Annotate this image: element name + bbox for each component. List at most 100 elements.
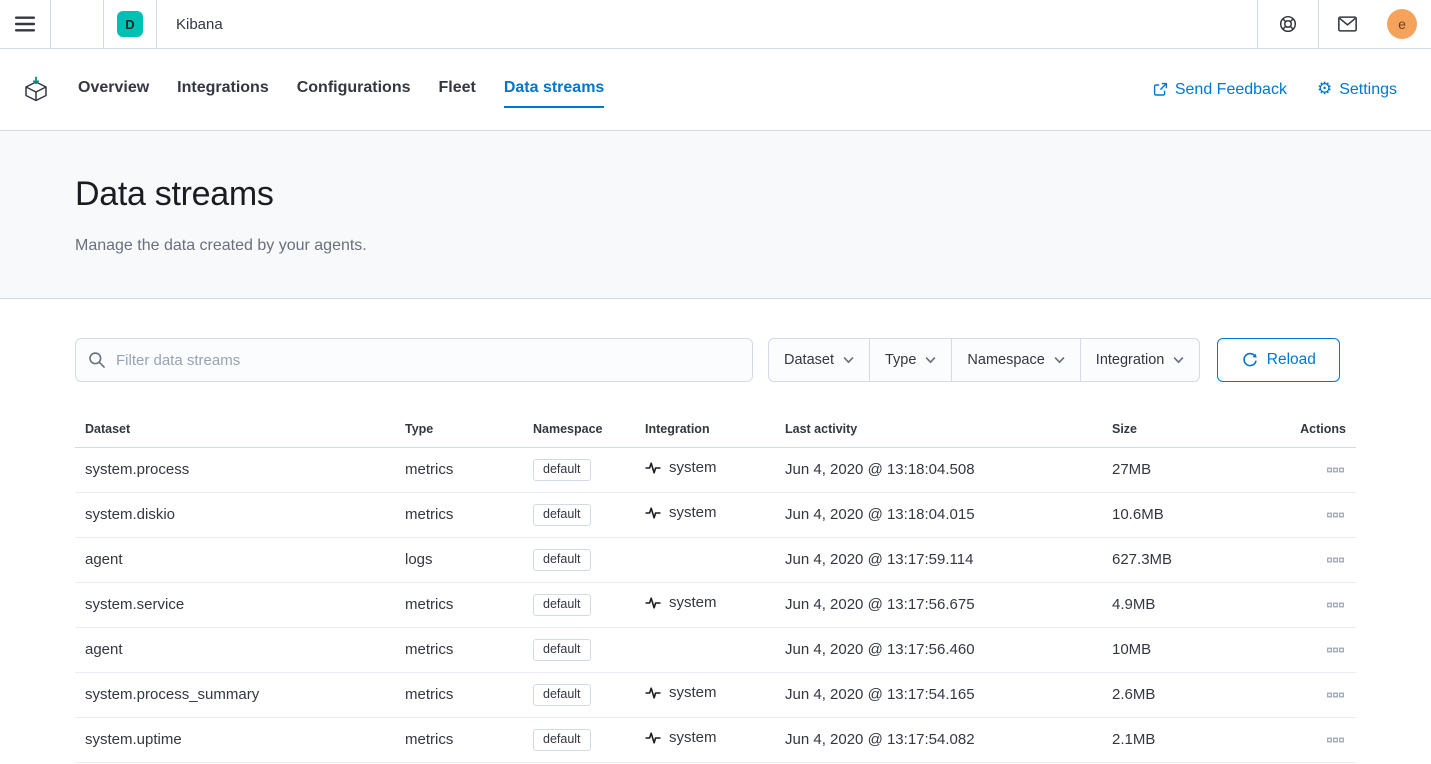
integration-cell: system <box>635 492 775 537</box>
page-subtitle: Manage the data created by your agents. <box>75 237 1356 255</box>
integration-label: system <box>669 504 717 521</box>
boxes-horizontal-icon <box>1327 467 1344 474</box>
row-actions-button[interactable] <box>1325 638 1346 661</box>
help-button[interactable] <box>1258 0 1318 48</box>
boxes-horizontal-icon <box>1327 647 1344 654</box>
filter-dataset[interactable]: Dataset <box>769 339 869 381</box>
filter-type[interactable]: Type <box>869 339 951 381</box>
space-badge[interactable]: D <box>117 11 143 37</box>
top-chrome-bar: D Kibana e <box>0 0 1431 49</box>
last-activity-cell: Jun 4, 2020 @ 13:17:54.082 <box>775 717 1102 762</box>
data-streams-table: Dataset Type Namespace Integration Last … <box>75 411 1356 763</box>
integration-cell: system <box>635 582 775 627</box>
size-value: 627.3MB <box>1112 551 1172 568</box>
last-activity-cell: Jun 4, 2020 @ 13:18:04.508 <box>775 447 1102 492</box>
dataset-cell: agent <box>75 537 395 582</box>
row-actions-button[interactable] <box>1325 593 1346 616</box>
table-row: system.process metrics default system Ju… <box>75 447 1356 492</box>
send-feedback-link[interactable]: Send Feedback <box>1153 81 1287 99</box>
integration-value: system <box>645 504 717 521</box>
filter-group: Dataset Type Namespace Integration <box>768 338 1200 382</box>
actions-cell <box>1244 582 1356 627</box>
col-namespace: Namespace <box>523 411 635 447</box>
namespace-cell: default <box>523 672 635 717</box>
user-avatar[interactable]: e <box>1387 9 1417 39</box>
dataset-value: system.service <box>85 596 184 613</box>
namespace-cell: default <box>523 447 635 492</box>
type-cell: metrics <box>395 582 523 627</box>
pulse-icon <box>645 730 661 746</box>
tab-data-streams[interactable]: Data streams <box>504 71 605 108</box>
tab-integrations[interactable]: Integrations <box>177 71 269 108</box>
content-area: Dataset Type Namespace Integration <box>0 299 1431 763</box>
row-actions-button[interactable] <box>1325 503 1346 526</box>
integration-cell <box>635 627 775 672</box>
table-body: system.process metrics default system Ju… <box>75 447 1356 762</box>
app-nav-bar: Overview Integrations Configurations Fle… <box>0 49 1431 131</box>
type-value: metrics <box>405 641 453 658</box>
settings-link[interactable]: ⚙ Settings <box>1317 81 1397 99</box>
last-activity-value: Jun 4, 2020 @ 13:18:04.015 <box>785 506 975 523</box>
dataset-value: system.process <box>85 461 189 478</box>
size-value: 2.1MB <box>1112 731 1155 748</box>
type-cell: metrics <box>395 447 523 492</box>
row-actions-button[interactable] <box>1325 548 1346 571</box>
dataset-value: agent <box>85 641 123 658</box>
type-value: metrics <box>405 461 453 478</box>
chevron-down-icon <box>1054 356 1065 364</box>
newsfeed-button[interactable] <box>1319 0 1375 48</box>
dataset-value: system.process_summary <box>85 686 259 703</box>
settings-label: Settings <box>1339 81 1397 99</box>
page-header: Data streams Manage the data created by … <box>0 131 1431 299</box>
last-activity-value: Jun 4, 2020 @ 13:17:59.114 <box>785 551 973 568</box>
size-cell: 10MB <box>1102 627 1244 672</box>
tab-configurations[interactable]: Configurations <box>297 71 411 108</box>
last-activity-cell: Jun 4, 2020 @ 13:17:54.165 <box>775 672 1102 717</box>
tab-fleet[interactable]: Fleet <box>438 71 475 108</box>
size-cell: 10.6MB <box>1102 492 1244 537</box>
space-selector[interactable]: D <box>104 0 156 48</box>
row-actions-button[interactable] <box>1325 728 1346 751</box>
type-cell: logs <box>395 537 523 582</box>
last-activity-value: Jun 4, 2020 @ 13:17:56.460 <box>785 641 975 658</box>
filter-type-label: Type <box>885 352 916 368</box>
external-link-icon <box>1153 82 1168 97</box>
type-cell: metrics <box>395 717 523 762</box>
col-size: Size <box>1102 411 1244 447</box>
actions-cell <box>1244 717 1356 762</box>
chevron-down-icon <box>1173 356 1184 364</box>
fleet-app-icon <box>22 76 50 103</box>
hamburger-icon <box>15 16 35 32</box>
size-value: 10MB <box>1112 641 1151 658</box>
namespace-badge: default <box>533 729 591 751</box>
dataset-cell: system.process_summary <box>75 672 395 717</box>
namespace-cell: default <box>523 492 635 537</box>
reload-button[interactable]: Reload <box>1217 338 1340 382</box>
col-integration: Integration <box>635 411 775 447</box>
namespace-badge: default <box>533 459 591 481</box>
size-cell: 27MB <box>1102 447 1244 492</box>
filter-namespace[interactable]: Namespace <box>951 339 1079 381</box>
namespace-cell: default <box>523 717 635 762</box>
menu-button[interactable] <box>0 0 50 48</box>
filter-integration[interactable]: Integration <box>1080 339 1200 381</box>
actions-cell <box>1244 627 1356 672</box>
topbar-spacer <box>223 0 1257 48</box>
size-value: 10.6MB <box>1112 506 1164 523</box>
integration-cell: system <box>635 447 775 492</box>
search-box <box>75 338 753 382</box>
table-row: agent metrics default Jun 4, 2020 @ 13:1… <box>75 627 1356 672</box>
search-input[interactable] <box>75 338 753 382</box>
last-activity-cell: Jun 4, 2020 @ 13:18:04.015 <box>775 492 1102 537</box>
pulse-icon <box>645 685 661 701</box>
integration-label: system <box>669 684 717 701</box>
row-actions-button[interactable] <box>1325 458 1346 481</box>
type-value: metrics <box>405 506 453 523</box>
dataset-value: system.uptime <box>85 731 182 748</box>
row-actions-button[interactable] <box>1325 683 1346 706</box>
integration-value: system <box>645 594 717 611</box>
namespace-cell: default <box>523 537 635 582</box>
breadcrumb: Kibana <box>157 0 223 48</box>
last-activity-cell: Jun 4, 2020 @ 13:17:59.114 <box>775 537 1102 582</box>
tab-overview[interactable]: Overview <box>78 71 149 108</box>
